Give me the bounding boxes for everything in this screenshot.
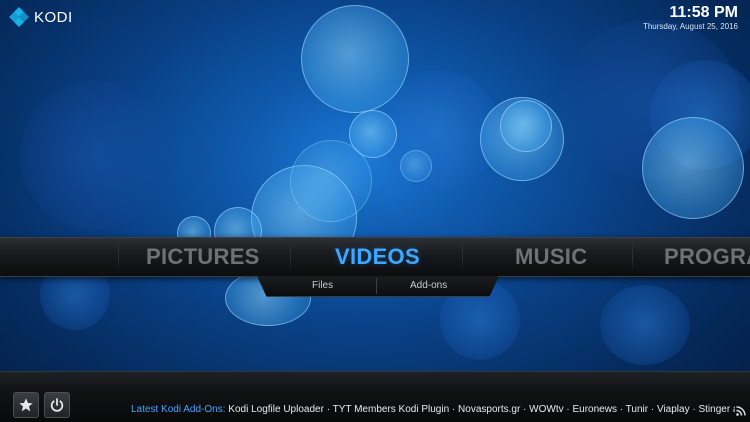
kodi-home-screen: KODI 11:58 PM Thursday, August 25, 2016 … [0,0,750,422]
ticker-label: Latest Kodi Add-Ons: [131,404,226,415]
background-bokeh [400,150,432,182]
background-bokeh [560,20,740,180]
kodi-logo: KODI [9,7,73,27]
menu-separator [462,242,463,272]
background-bokeh [290,140,372,222]
star-icon [19,398,33,412]
power-button[interactable] [44,392,70,418]
background-bokeh [349,110,397,158]
background-bokeh [600,285,690,365]
menu-item-programs[interactable]: PROGRA [664,238,750,276]
background-bokeh [642,117,744,219]
videos-submenu: Files Add-ons [257,276,499,297]
clock-date: Thursday, August 25, 2016 [642,22,738,31]
ticker-text: Kodi Logfile Uploader · TYT Members Kodi… [225,404,735,415]
clock-time: 11:58 PM [669,4,738,21]
menu-item-videos[interactable]: VIDEOS [335,238,420,276]
menu-item-pictures[interactable]: PICTURES [146,238,260,276]
background-bokeh [650,60,750,170]
background-bokeh [380,70,500,190]
rss-ticker[interactable]: Latest Kodi Add-Ons: Kodi Logfile Upload… [131,403,735,416]
menu-separator [632,242,633,272]
background-bokeh [20,80,170,230]
clock: 11:58 PM Thursday, August 25, 2016 [643,3,738,32]
background-bokeh [480,97,564,181]
background-bokeh [301,5,409,113]
favourites-button[interactable] [13,392,39,418]
background-bokeh [500,100,552,152]
menu-separator [118,242,119,272]
submenu-separator [376,278,377,294]
app-name: KODI [34,8,73,26]
kodi-logo-icon [9,7,29,27]
submenu-item-add-ons[interactable]: Add-ons [410,276,447,296]
menu-item-music[interactable]: MUSIC [515,238,587,276]
menu-separator [290,242,291,272]
submenu-item-files[interactable]: Files [312,276,333,296]
main-menu: PICTURES VIDEOS MUSIC PROGRA [0,237,750,277]
power-icon [50,398,64,412]
rss-icon [736,406,746,416]
